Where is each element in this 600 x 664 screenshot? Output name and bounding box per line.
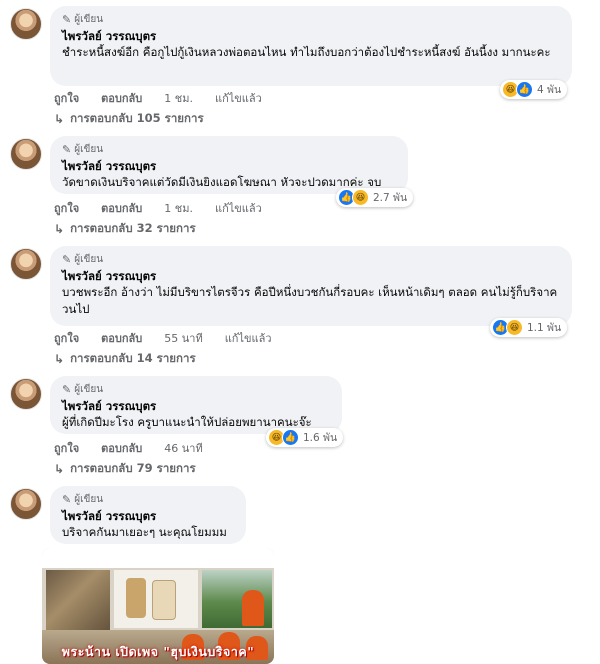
- author-badge: ✎ ผู้เขียน: [62, 12, 560, 26]
- author-name[interactable]: ไพรวัลย์ วรรณบุตร: [62, 508, 234, 524]
- field-photo: [202, 570, 272, 628]
- phone-shape: [126, 578, 146, 618]
- edited-label: แก้ไขแล้ว: [214, 202, 262, 215]
- attachment-caption: พระน้าน เปิดเพจ "ฮุบเงินบริจาค": [61, 644, 255, 659]
- like-button[interactable]: ถูกใจ: [54, 329, 79, 347]
- comment-text: บริจาคกันมาเยอะๆ นะคุณโยมมม: [62, 525, 227, 539]
- reaction-count: 1.1 พัน: [527, 322, 562, 334]
- edited-label: แก้ไขแล้ว: [214, 92, 262, 105]
- edited-label: แก้ไขแล้ว: [224, 332, 272, 345]
- pencil-icon: ✎: [62, 492, 72, 506]
- reaction-summary[interactable]: 😆 👍 1.6 พัน: [266, 428, 344, 447]
- author-name[interactable]: ไพรวัลย์ วรรณบุตร: [62, 268, 560, 284]
- view-replies-link[interactable]: ↳ การตอบกลับ 14 รายการ: [54, 350, 196, 368]
- view-replies-link[interactable]: ↳ การตอบกลับ 105 รายการ: [54, 110, 204, 128]
- reply-button[interactable]: ตอบกลับ: [101, 439, 142, 457]
- reply-arrow-icon: ↳: [54, 112, 65, 126]
- author-badge: ✎ ผู้เขียน: [62, 142, 396, 156]
- comment-actions: ถูกใจ ตอบกลับ 1 ชม. แก้ไขแล้ว: [54, 89, 262, 107]
- image-attachment[interactable]: พระน้าน เปิดเพจ "ฮุบเงินบริจาค": [42, 548, 274, 664]
- comment-actions: ถูกใจ ตอบกลับ 55 นาที แก้ไขแล้ว: [54, 329, 272, 347]
- reaction-count: 2.7 พัน: [373, 192, 408, 204]
- comment-bubble: ✎ ผู้เขียน ไพรวัลย์ วรรณบุตร วัดขาดเงินบ…: [50, 136, 408, 194]
- view-replies-link[interactable]: ↳ การตอบกลับ 79 รายการ: [54, 460, 196, 478]
- comment-time[interactable]: 55 นาที: [164, 329, 202, 347]
- reply-arrow-icon: ↳: [54, 352, 65, 366]
- reaction-summary[interactable]: 👍 😆 1.1 พัน: [490, 318, 568, 337]
- comment-time[interactable]: 1 ชม.: [164, 89, 193, 107]
- pencil-icon: ✎: [62, 12, 72, 26]
- author-badge-label: ผู้เขียน: [74, 253, 104, 265]
- reply-arrow-icon: ↳: [54, 222, 65, 236]
- comment-bubble: ✎ ผู้เขียน ไพรวัลย์ วรรณบุตร ผู้ที่เกิดป…: [50, 376, 342, 434]
- replies-count: การตอบกลับ 79 รายการ: [70, 461, 196, 475]
- like-button[interactable]: ถูกใจ: [54, 199, 79, 217]
- comment-time[interactable]: 1 ชม.: [164, 199, 193, 217]
- avatar[interactable]: [10, 488, 42, 520]
- author-badge: ✎ ผู้เขียน: [62, 492, 234, 506]
- view-replies-link[interactable]: ↳ การตอบกลับ 32 รายการ: [54, 220, 196, 238]
- comment-text: บวชพระอีก อ้างว่า ไม่มีบริขารไตรจีวร คือ…: [62, 285, 558, 316]
- haha-reaction-icon: 😆: [506, 319, 523, 336]
- reply-button[interactable]: ตอบกลับ: [101, 329, 142, 347]
- author-badge-label: ผู้เขียน: [74, 143, 104, 155]
- author-badge-label: ผู้เขียน: [74, 13, 104, 25]
- author-badge: ✎ ผู้เขียน: [62, 252, 560, 266]
- phone-shape: [152, 580, 176, 620]
- pencil-icon: ✎: [62, 142, 72, 156]
- reaction-count: 1.6 พัน: [303, 432, 338, 444]
- attachment-header: [42, 548, 274, 568]
- comment-bubble: ✎ ผู้เขียน ไพรวัลย์ วรรณบุตร บวชพระอีก อ…: [50, 246, 572, 326]
- author-name[interactable]: ไพรวัลย์ วรรณบุตร: [62, 158, 396, 174]
- author-badge: ✎ ผู้เขียน: [62, 382, 330, 396]
- comment-text: ชำระหนี้สงฆ์อีก คือกูไปกู้เงินหลวงพ่อตอน…: [62, 45, 551, 59]
- reaction-summary[interactable]: 👍 😆 2.7 พัน: [336, 188, 414, 207]
- monk-figure: [242, 590, 264, 626]
- avatar[interactable]: [10, 248, 42, 280]
- like-reaction-icon: 👍: [282, 429, 299, 446]
- comment-actions: ถูกใจ ตอบกลับ 46 นาที: [54, 439, 203, 457]
- phone-photo: [114, 570, 198, 628]
- author-badge-label: ผู้เขียน: [74, 493, 104, 505]
- comment-bubble: ✎ ผู้เขียน ไพรวัลย์ วรรณบุตร บริจาคกันมา…: [50, 486, 246, 544]
- reply-button[interactable]: ตอบกลับ: [101, 199, 142, 217]
- reaction-summary[interactable]: 😆 👍 4 พัน: [500, 80, 568, 99]
- like-reaction-icon: 👍: [516, 81, 533, 98]
- like-button[interactable]: ถูกใจ: [54, 439, 79, 457]
- comment-bubble: ✎ ผู้เขียน ไพรวัลย์ วรรณบุตร ชำระหนี้สงฆ…: [50, 6, 572, 86]
- author-name[interactable]: ไพรวัลย์ วรรณบุตร: [62, 398, 330, 414]
- reply-arrow-icon: ↳: [54, 462, 65, 476]
- pencil-icon: ✎: [62, 252, 72, 266]
- avatar[interactable]: [10, 138, 42, 170]
- comment-time[interactable]: 46 นาที: [164, 439, 202, 457]
- author-badge-label: ผู้เขียน: [74, 383, 104, 395]
- avatar[interactable]: [10, 8, 42, 40]
- avatar[interactable]: [10, 378, 42, 410]
- reply-button[interactable]: ตอบกลับ: [101, 89, 142, 107]
- replies-count: การตอบกลับ 32 รายการ: [70, 221, 196, 235]
- like-button[interactable]: ถูกใจ: [54, 89, 79, 107]
- pencil-icon: ✎: [62, 382, 72, 396]
- comment-actions: ถูกใจ ตอบกลับ 1 ชม. แก้ไขแล้ว: [54, 199, 262, 217]
- haha-reaction-icon: 😆: [352, 189, 369, 206]
- replies-count: การตอบกลับ 105 รายการ: [70, 111, 204, 125]
- author-name[interactable]: ไพรวัลย์ วรรณบุตร: [62, 28, 560, 44]
- replies-count: การตอบกลับ 14 รายการ: [70, 351, 196, 365]
- reaction-count: 4 พัน: [537, 84, 562, 96]
